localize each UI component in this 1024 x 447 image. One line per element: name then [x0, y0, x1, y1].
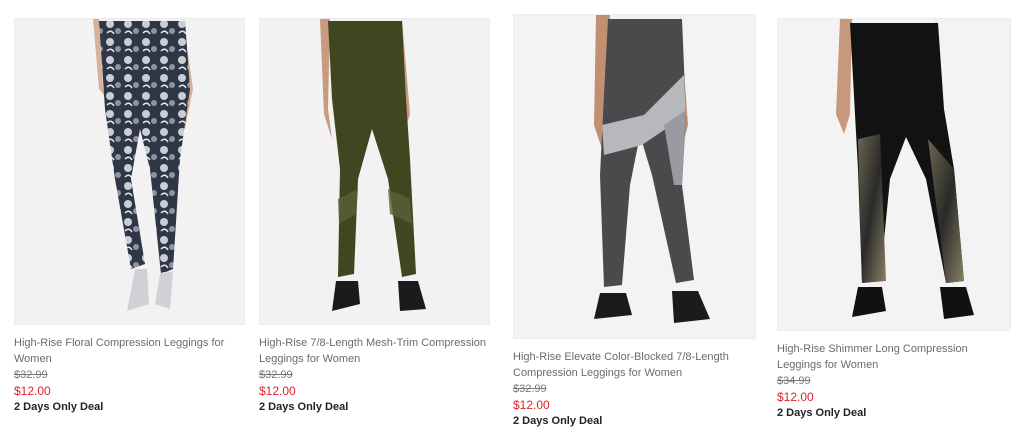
sale-price: $12.00	[513, 398, 550, 412]
deal-badge: 2 Days Only Deal	[513, 415, 603, 427]
product-card[interactable]: High-Rise Elevate Color-Blocked 7/8-Leng…	[513, 14, 756, 429]
product-title[interactable]: High-Rise Elevate Color-Blocked 7/8-Leng…	[513, 349, 759, 381]
product-title[interactable]: High-Rise Floral Compression Leggings fo…	[14, 335, 243, 367]
original-price: $32.99	[513, 383, 547, 395]
gray-colorblock-leggings-image	[514, 15, 755, 338]
product-image-shimmer-leggings[interactable]	[777, 18, 1011, 331]
product-card[interactable]: High-Rise 7/8-Length Mesh-Trim Compressi…	[259, 18, 490, 415]
deal-badge: 2 Days Only Deal	[777, 407, 867, 419]
product-image-floral-leggings[interactable]	[14, 18, 245, 325]
sale-price: $12.00	[777, 390, 814, 404]
original-price: $34.99	[777, 375, 811, 387]
product-image-gray-leggings[interactable]	[513, 14, 756, 339]
product-image-olive-leggings[interactable]	[259, 18, 490, 325]
olive-mesh-leggings-image	[260, 19, 489, 324]
product-title[interactable]: High-Rise 7/8-Length Mesh-Trim Compressi…	[259, 335, 488, 367]
product-card[interactable]: High-Rise Floral Compression Leggings fo…	[14, 18, 245, 415]
sale-price: $12.00	[259, 384, 296, 398]
product-card[interactable]: High-Rise Shimmer Long Compression Leggi…	[777, 18, 1011, 421]
black-shimmer-leggings-image	[778, 19, 1010, 330]
original-price: $32.99	[14, 369, 48, 381]
original-price: $32.99	[259, 369, 293, 381]
deal-badge: 2 Days Only Deal	[14, 401, 104, 413]
deal-badge: 2 Days Only Deal	[259, 401, 349, 413]
floral-leggings-image	[15, 19, 244, 324]
product-title[interactable]: High-Rise Shimmer Long Compression Leggi…	[777, 341, 1009, 373]
sale-price: $12.00	[14, 384, 51, 398]
